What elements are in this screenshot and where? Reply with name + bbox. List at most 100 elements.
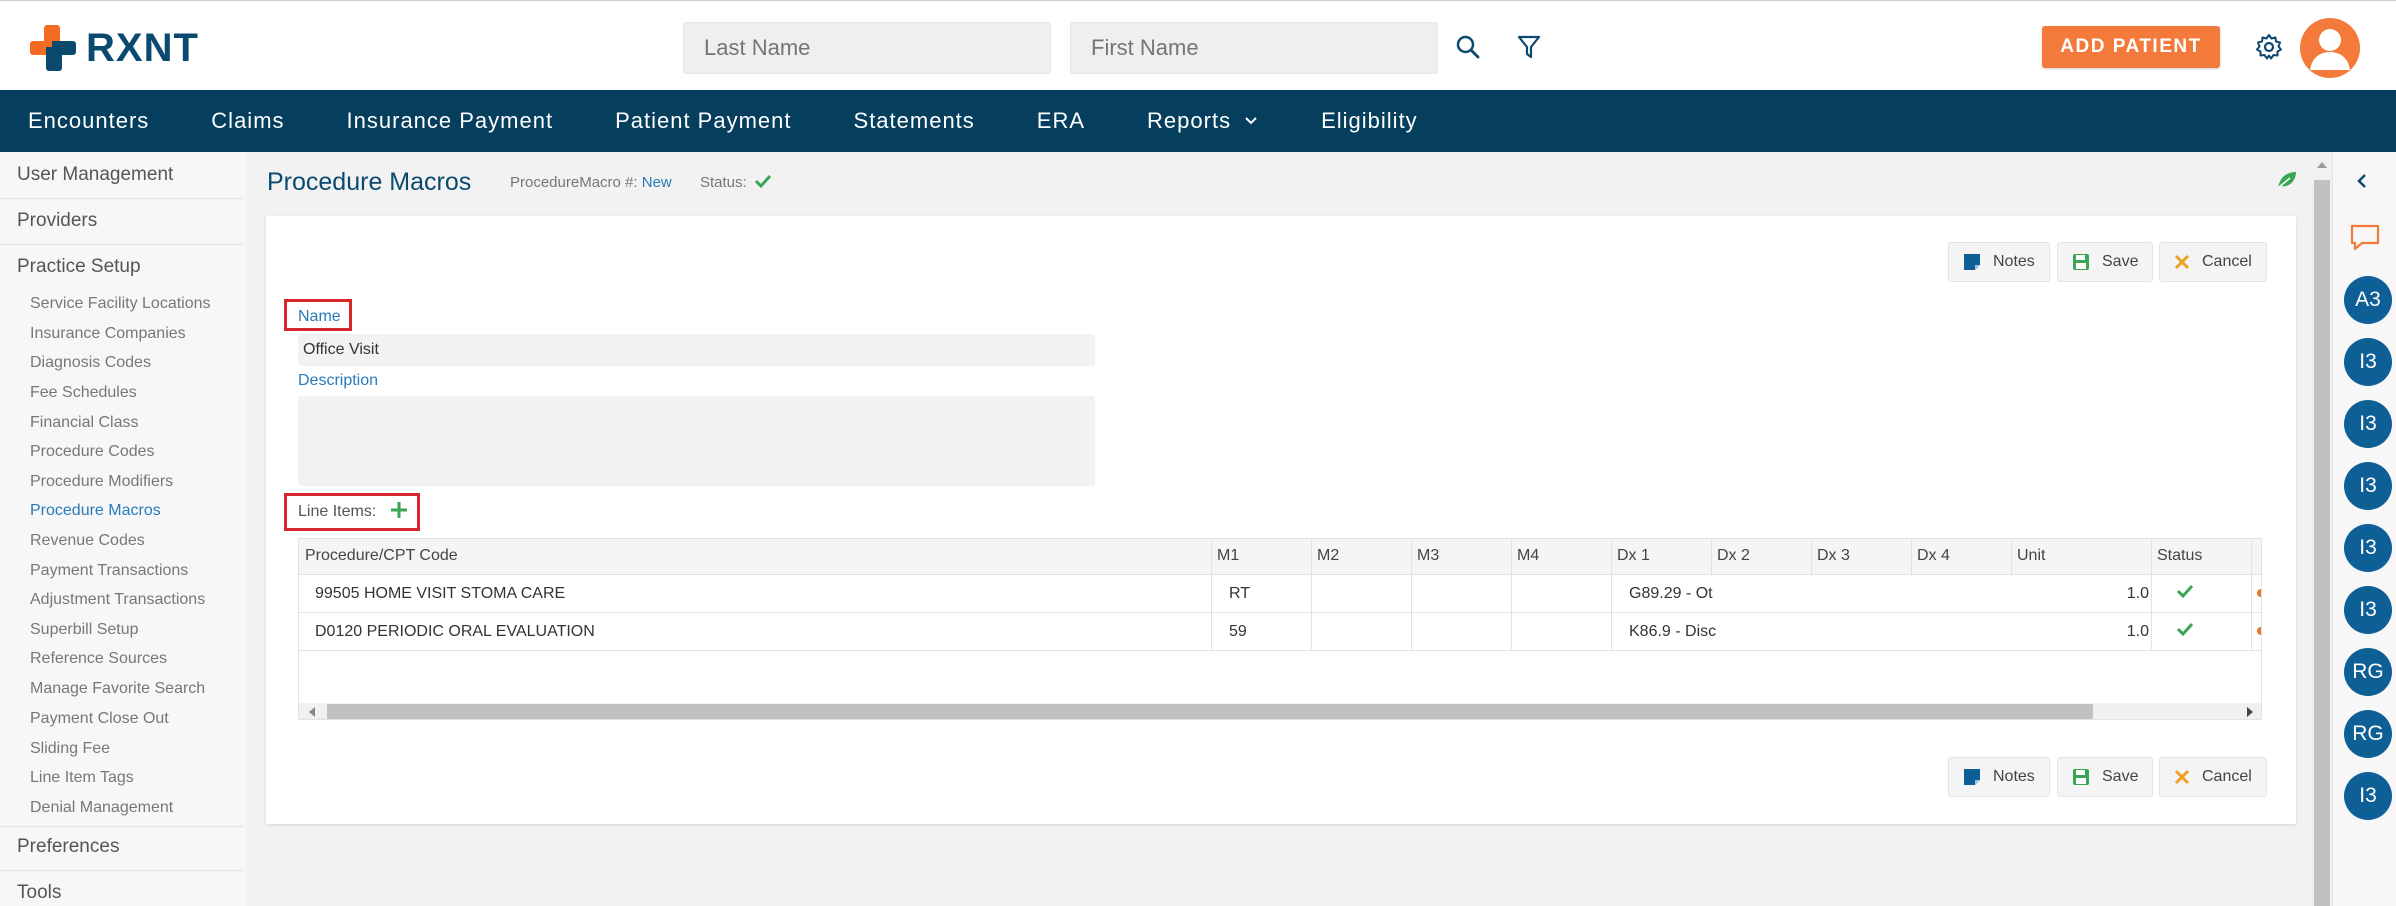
recent-patient-chip[interactable]: I3 [2344,586,2392,634]
row-m1[interactable]: RT [1229,585,1250,603]
row-m1[interactable]: 59 [1229,623,1247,641]
description-textarea[interactable] [298,396,1095,486]
row-unit[interactable]: 1.0 [2099,623,2149,641]
column-dx3[interactable]: Dx 3 [1817,547,1850,565]
cancel-button-bottom[interactable]: Cancel [2159,757,2267,797]
last-name-search-input[interactable] [683,22,1051,74]
search-icon[interactable] [1450,29,1486,65]
sidebar-item-superbill-setup[interactable]: Superbill Setup [30,621,139,639]
column-divider [1311,539,1312,651]
sidebar-item-service-facility-locations[interactable]: Service Facility Locations [30,295,211,313]
name-label: Name [298,308,341,325]
sidebar-item-procedure-modifiers[interactable]: Procedure Modifiers [30,473,173,491]
chat-bubble-icon[interactable] [2350,224,2380,257]
nav-encounters[interactable]: Encounters [28,108,149,134]
add-line-item-plus-icon[interactable] [390,501,408,524]
column-m1[interactable]: M1 [1217,547,1239,565]
settings-gear-icon[interactable] [2251,29,2287,65]
sidebar-user-management[interactable]: User Management [17,164,173,186]
row-action-dot-icon[interactable] [2257,589,2261,597]
save-button-top[interactable]: Save [2057,242,2154,282]
sidebar-preferences[interactable]: Preferences [17,836,119,858]
procedure-macro-number: ProcedureMacro #: New [510,174,672,191]
row-status-check-icon [2176,622,2194,641]
row-action-dot-icon[interactable] [2257,627,2261,635]
recent-patient-chip[interactable]: A3 [2344,276,2392,324]
scroll-right-arrow-icon[interactable] [2243,703,2257,720]
first-name-search-input[interactable] [1070,22,1438,74]
nav-reports[interactable]: Reports [1147,108,1259,134]
notes-button-bottom[interactable]: Notes [1948,757,2050,797]
column-m2[interactable]: M2 [1317,547,1339,565]
save-button-bottom[interactable]: Save [2057,757,2154,797]
sidebar-item-reference-sources[interactable]: Reference Sources [30,650,167,668]
scroll-up-arrow-icon[interactable] [2312,156,2332,174]
sidebar-item-revenue-codes[interactable]: Revenue Codes [30,532,145,550]
grid-horizontal-scrollbar[interactable] [299,703,2261,720]
row-unit[interactable]: 1.0 [2099,585,2149,603]
recent-patient-chip[interactable]: I3 [2344,462,2392,510]
sidebar-item-fee-schedules[interactable]: Fee Schedules [30,384,137,402]
sidebar-tools[interactable]: Tools [17,882,61,904]
sidebar-practice-setup[interactable]: Practice Setup [17,256,141,278]
right-activity-bar: A3 I3 I3 I3 I3 I3 RG RG I3 [2332,152,2396,906]
column-divider [1211,539,1212,651]
sidebar-item-financial-class[interactable]: Financial Class [30,414,138,432]
sidebar-item-diagnosis-codes[interactable]: Diagnosis Codes [30,354,151,372]
scroll-left-arrow-icon[interactable] [305,703,319,720]
row-status-check-icon [2176,584,2194,603]
column-dx1[interactable]: Dx 1 [1617,547,1650,565]
page-vertical-scrollbar[interactable] [2312,152,2332,906]
sidebar-item-payment-close-out[interactable]: Payment Close Out [30,710,169,728]
sidebar-item-insurance-companies[interactable]: Insurance Companies [30,325,186,343]
sidebar-divider [0,870,244,871]
column-m4[interactable]: M4 [1517,547,1539,565]
sidebar-item-payment-transactions[interactable]: Payment Transactions [30,562,188,580]
scrollbar-thumb[interactable] [2314,180,2330,906]
filter-icon[interactable] [1511,29,1547,65]
column-m3[interactable]: M3 [1417,547,1439,565]
sidebar-item-adjustment-transactions[interactable]: Adjustment Transactions [30,591,205,609]
nav-eligibility[interactable]: Eligibility [1321,108,1418,134]
rxnt-logo[interactable]: RXNT [28,23,199,73]
sidebar-providers[interactable]: Providers [17,210,97,232]
nav-statements[interactable]: Statements [854,108,975,134]
recent-patient-chip[interactable]: I3 [2344,338,2392,386]
page-title: Procedure Macros [267,168,472,196]
nav-insurance-payment[interactable]: Insurance Payment [347,108,554,134]
sidebar-item-procedure-macros[interactable]: Procedure Macros [30,502,161,520]
add-patient-button[interactable]: ADD PATIENT [2042,26,2220,68]
save-label: Save [2102,768,2139,785]
sidebar-item-manage-favorite-search[interactable]: Manage Favorite Search [30,680,205,698]
nav-claims[interactable]: Claims [211,108,284,134]
column-unit[interactable]: Unit [2017,547,2045,565]
leaf-icon[interactable] [2276,170,2298,195]
macro-number-value: New [641,174,672,191]
nav-patient-payment[interactable]: Patient Payment [615,108,791,134]
recent-patient-chip[interactable]: I3 [2344,400,2392,448]
row-dx1[interactable]: G89.29 - Ot [1629,585,1717,603]
recent-patient-chip[interactable]: I3 [2344,524,2392,572]
scrollbar-thumb[interactable] [327,704,2093,719]
recent-patient-chip[interactable]: I3 [2344,772,2392,820]
cancel-button-top[interactable]: Cancel [2159,242,2267,282]
notes-button-top[interactable]: Notes [1948,242,2050,282]
nav-era[interactable]: ERA [1037,108,1085,134]
table-row[interactable]: D0120 PERIODIC ORAL EVALUATION 59 K86.9 … [299,613,2261,651]
sidebar-item-line-item-tags[interactable]: Line Item Tags [30,769,134,787]
column-dx4[interactable]: Dx 4 [1917,547,1950,565]
column-dx2[interactable]: Dx 2 [1717,547,1750,565]
table-row[interactable]: 99505 HOME VISIT STOMA CARE RT G89.29 - … [299,575,2261,613]
recent-patient-chip[interactable]: RG [2344,648,2392,696]
sidebar-item-denial-management[interactable]: Denial Management [30,799,173,817]
user-avatar[interactable] [2300,18,2360,78]
name-input[interactable]: Office Visit [298,334,1095,366]
column-procedure-code[interactable]: Procedure/CPT Code [305,547,458,565]
row-dx1[interactable]: K86.9 - Disc [1629,623,1717,641]
column-status[interactable]: Status [2157,547,2202,565]
sidebar-item-sliding-fee[interactable]: Sliding Fee [30,740,110,758]
collapse-chevron-left-icon[interactable] [2355,172,2369,195]
recent-patient-chip[interactable]: RG [2344,710,2392,758]
notes-label: Notes [1993,768,2035,785]
sidebar-item-procedure-codes[interactable]: Procedure Codes [30,443,155,461]
